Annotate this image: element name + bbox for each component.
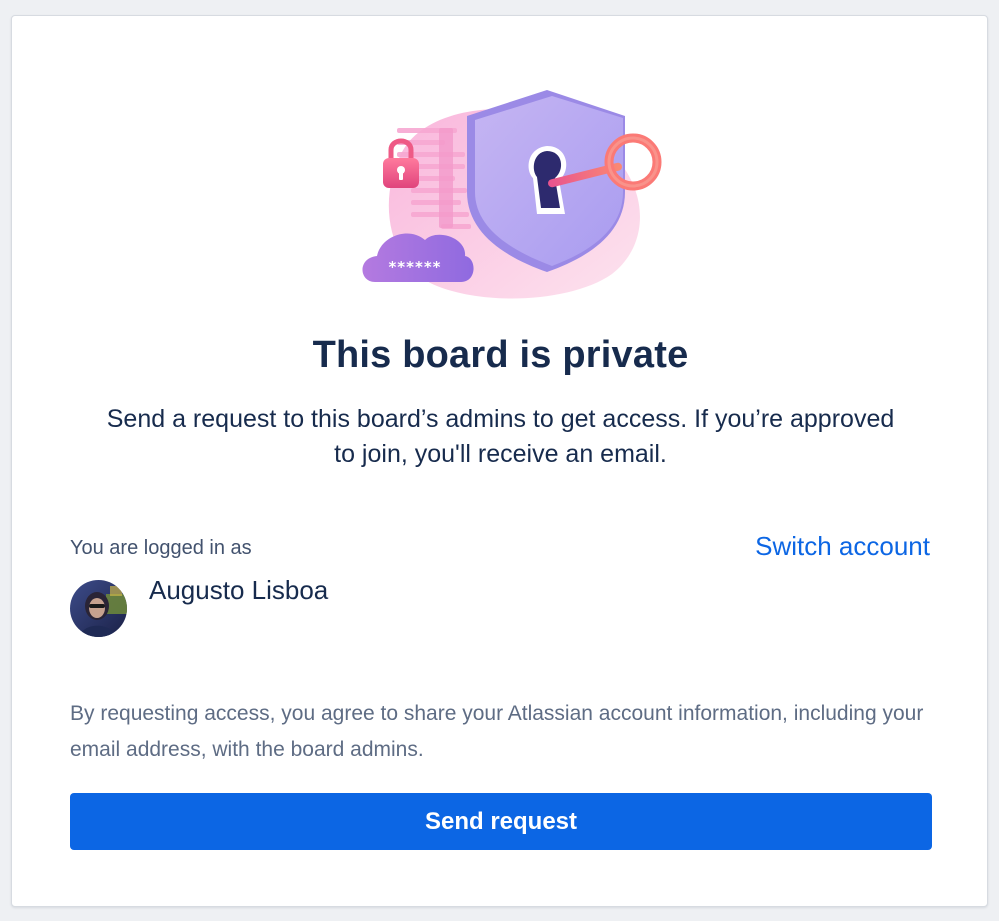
- private-board-illustration: ******: [362, 90, 662, 299]
- svg-text:******: ******: [388, 258, 441, 276]
- sharing-notice: By requesting access, you agree to share…: [70, 702, 924, 761]
- access-request-card: ****** This board is private Send a requ…: [11, 15, 988, 907]
- user-name: Augusto Lisboa: [149, 575, 329, 605]
- send-request-button[interactable]: Send request: [70, 793, 932, 850]
- avatar: [70, 580, 127, 637]
- dialog-title: This board is private: [312, 334, 689, 376]
- switch-account-link[interactable]: Switch account: [755, 531, 930, 562]
- dialog-description: Send a request to this board’s admins to…: [106, 405, 895, 468]
- cloud-password-icon: ******: [362, 233, 474, 282]
- logged-in-label: You are logged in as: [70, 537, 252, 559]
